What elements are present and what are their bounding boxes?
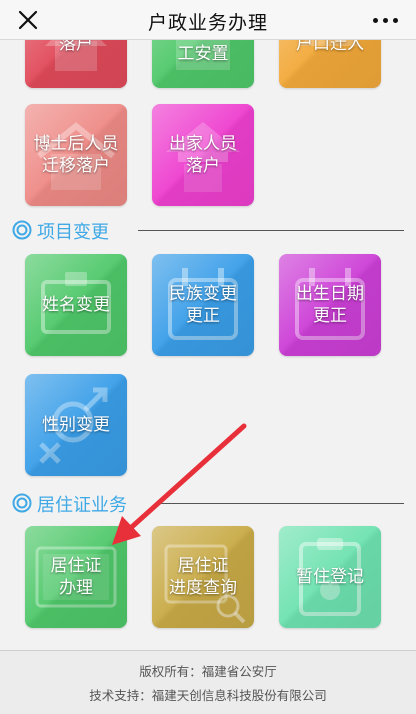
tile-label: 出家人员 落户 xyxy=(169,134,237,176)
divider xyxy=(138,230,404,231)
support-text: 技术支持：福建天创信息科技股份有限公司 xyxy=(89,688,327,703)
tile-label: 博士后人员 迁移落户 xyxy=(33,134,119,176)
tile-label: 出生日期 更正 xyxy=(296,284,364,326)
section-title: 项目变更 xyxy=(37,222,109,243)
tile-label: 民族变更 更正 xyxy=(169,284,237,326)
top-bar: 户政业务办理 xyxy=(0,0,416,40)
tile-gender-change[interactable]: 性别变更 xyxy=(25,374,127,476)
tile-name-change[interactable]: 姓名变更 xyxy=(25,254,127,356)
more-dot-icon xyxy=(392,17,398,23)
more-dot-icon xyxy=(382,17,388,23)
tile-label: 居住证 进度查询 xyxy=(169,556,237,598)
tile-permit-apply[interactable]: 居住证 办理 xyxy=(25,526,127,628)
tile-label: 工安置 xyxy=(177,44,229,64)
tile-label: 性别变更 xyxy=(42,415,110,435)
page-content: 落户 工安置 户口迁入 博士后人员 迁移落户 出家人员 落户 项目变更 姓名变更… xyxy=(0,0,416,714)
tile-postdoc-settle[interactable]: 博士后人员 迁移落户 xyxy=(25,104,127,206)
ring-icon xyxy=(12,493,32,513)
section-header-project-change: 项目变更 xyxy=(12,217,404,243)
tile-temp-registration[interactable]: 暂住登记 xyxy=(279,526,381,628)
section-header-residence-permit: 居住证业务 xyxy=(12,490,404,516)
footer: 版权所有：福建省公安厅 技术支持：福建天创信息科技股份有限公司 xyxy=(0,650,416,714)
tile-birthdate-correct[interactable]: 出生日期 更正 xyxy=(279,254,381,356)
section-title: 居住证业务 xyxy=(37,495,127,516)
tile-label: 暂住登记 xyxy=(296,567,364,587)
page-title: 户政业务办理 xyxy=(147,12,268,34)
tile-label: 姓名变更 xyxy=(42,295,110,315)
more-options-button[interactable] xyxy=(368,6,402,34)
more-dot-icon xyxy=(372,17,378,23)
divider xyxy=(158,503,404,504)
tile-label: 居住证 办理 xyxy=(50,556,102,598)
tile-monk-settle[interactable]: 出家人员 落户 xyxy=(152,104,254,206)
tile-ethnic-change[interactable]: 民族变更 更正 xyxy=(152,254,254,356)
copyright-text: 版权所有：福建省公安厅 xyxy=(139,664,277,679)
ring-icon xyxy=(12,220,32,240)
tile-permit-progress[interactable]: 居住证 进度查询 xyxy=(152,526,254,628)
